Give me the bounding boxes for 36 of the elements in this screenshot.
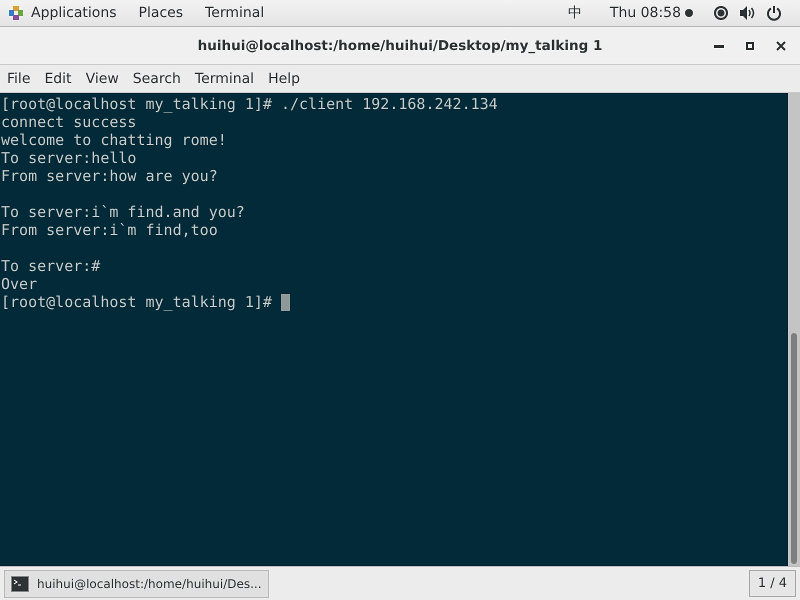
clock[interactable]: Thu 08:58	[610, 5, 681, 21]
terminal-line: From server:i`m find,too	[1, 221, 218, 239]
location-icon[interactable]	[713, 5, 729, 21]
workspace-indicator[interactable]: 1 / 4	[748, 570, 796, 597]
power-icon[interactable]	[766, 5, 782, 21]
scrollbar-thumb[interactable]	[791, 333, 797, 564]
terminal-line: Over	[1, 275, 38, 293]
top-menu[interactable]: Applications	[31, 5, 117, 21]
menu-item[interactable]: Terminal	[194, 70, 254, 86]
terminal-line: connect success	[1, 113, 136, 131]
terminal-line: [root@localhost my_talking 1]# ./client 192.168.242.134	[1, 95, 498, 113]
input-method-indicator[interactable]: 中	[568, 4, 582, 22]
notification-dot-icon	[685, 9, 693, 17]
menu-item[interactable]: Search	[132, 70, 181, 86]
maximize-icon[interactable]	[746, 42, 754, 50]
menu-item[interactable]: Help	[268, 70, 300, 86]
terminal-line: To server:i`m find.and you?	[1, 203, 245, 221]
menu-item[interactable]: Edit	[44, 70, 72, 86]
window-title: huihui@localhost:/home/huihui/Desktop/my_talking 1	[198, 38, 602, 54]
terminal-line: To server:hello	[1, 149, 136, 167]
volume-icon[interactable]	[739, 5, 756, 21]
scrollbar[interactable]	[788, 93, 800, 566]
terminal-line: To server:#	[1, 257, 100, 275]
terminal-line: [root@localhost my_talking 1]#	[1, 293, 272, 311]
top-menu[interactable]: Terminal	[205, 5, 264, 21]
top-menu[interactable]: Places	[138, 5, 184, 21]
applications-icon[interactable]	[8, 5, 24, 21]
menu-item[interactable]: File	[7, 70, 30, 86]
close-icon[interactable]	[776, 41, 786, 51]
taskbar-window-button[interactable]: huihui@localhost:/home/huihui/Des...	[4, 570, 269, 598]
minimize-icon[interactable]	[714, 44, 724, 48]
menu-item[interactable]: View	[86, 70, 119, 86]
text-cursor	[280, 294, 290, 310]
terminal-icon	[11, 576, 29, 592]
terminal-line: welcome to chatting rome!	[1, 131, 227, 149]
terminal-line: From server:how are you?	[1, 167, 218, 185]
